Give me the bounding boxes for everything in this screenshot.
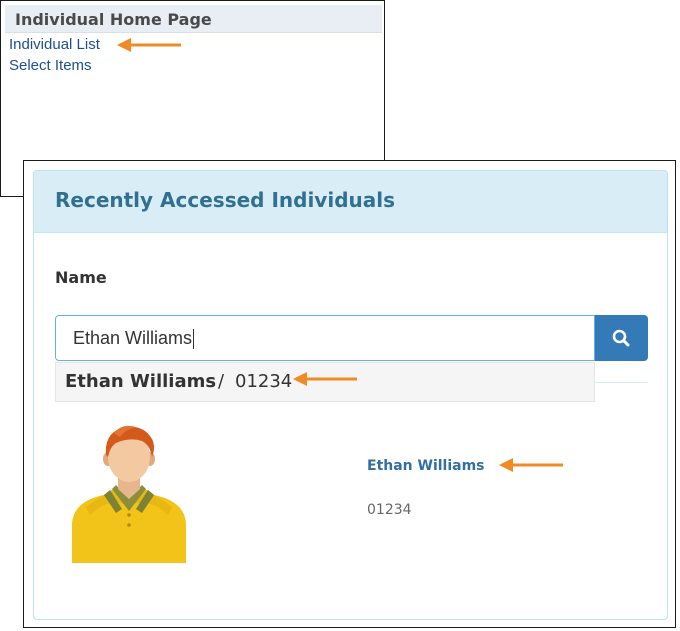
name-label: Name xyxy=(55,268,107,287)
recent-individuals-card: Recently Accessed Individuals Name Ethan… xyxy=(33,170,668,620)
person-id: 01234 xyxy=(367,502,412,518)
person-avatar xyxy=(72,425,186,563)
home-title: Individual Home Page xyxy=(15,10,212,29)
suggestion-name: Ethan Williams xyxy=(65,371,217,392)
home-title-bar: Individual Home Page xyxy=(5,5,382,33)
select-items-link[interactable]: Select Items xyxy=(9,57,92,74)
person-name-link[interactable]: Ethan Williams xyxy=(367,458,485,474)
recent-individuals-panel: Recently Accessed Individuals Name Ethan… xyxy=(23,160,676,628)
card-header: Recently Accessed Individuals xyxy=(34,171,667,233)
card-title: Recently Accessed Individuals xyxy=(55,188,395,212)
suggestion-id: 01234 xyxy=(235,371,293,392)
arrow-left-icon xyxy=(117,38,181,52)
search-value: Ethan Williams xyxy=(73,328,193,348)
search-icon xyxy=(612,329,630,347)
individual-list-link[interactable]: Individual List xyxy=(9,36,100,53)
text-caret xyxy=(193,329,195,350)
name-search-input[interactable]: Ethan Williams xyxy=(55,315,595,361)
suggestion-separator: / xyxy=(218,371,225,392)
arrow-left-icon xyxy=(499,458,563,472)
arrow-left-icon xyxy=(293,372,357,386)
search-button[interactable] xyxy=(595,315,648,361)
